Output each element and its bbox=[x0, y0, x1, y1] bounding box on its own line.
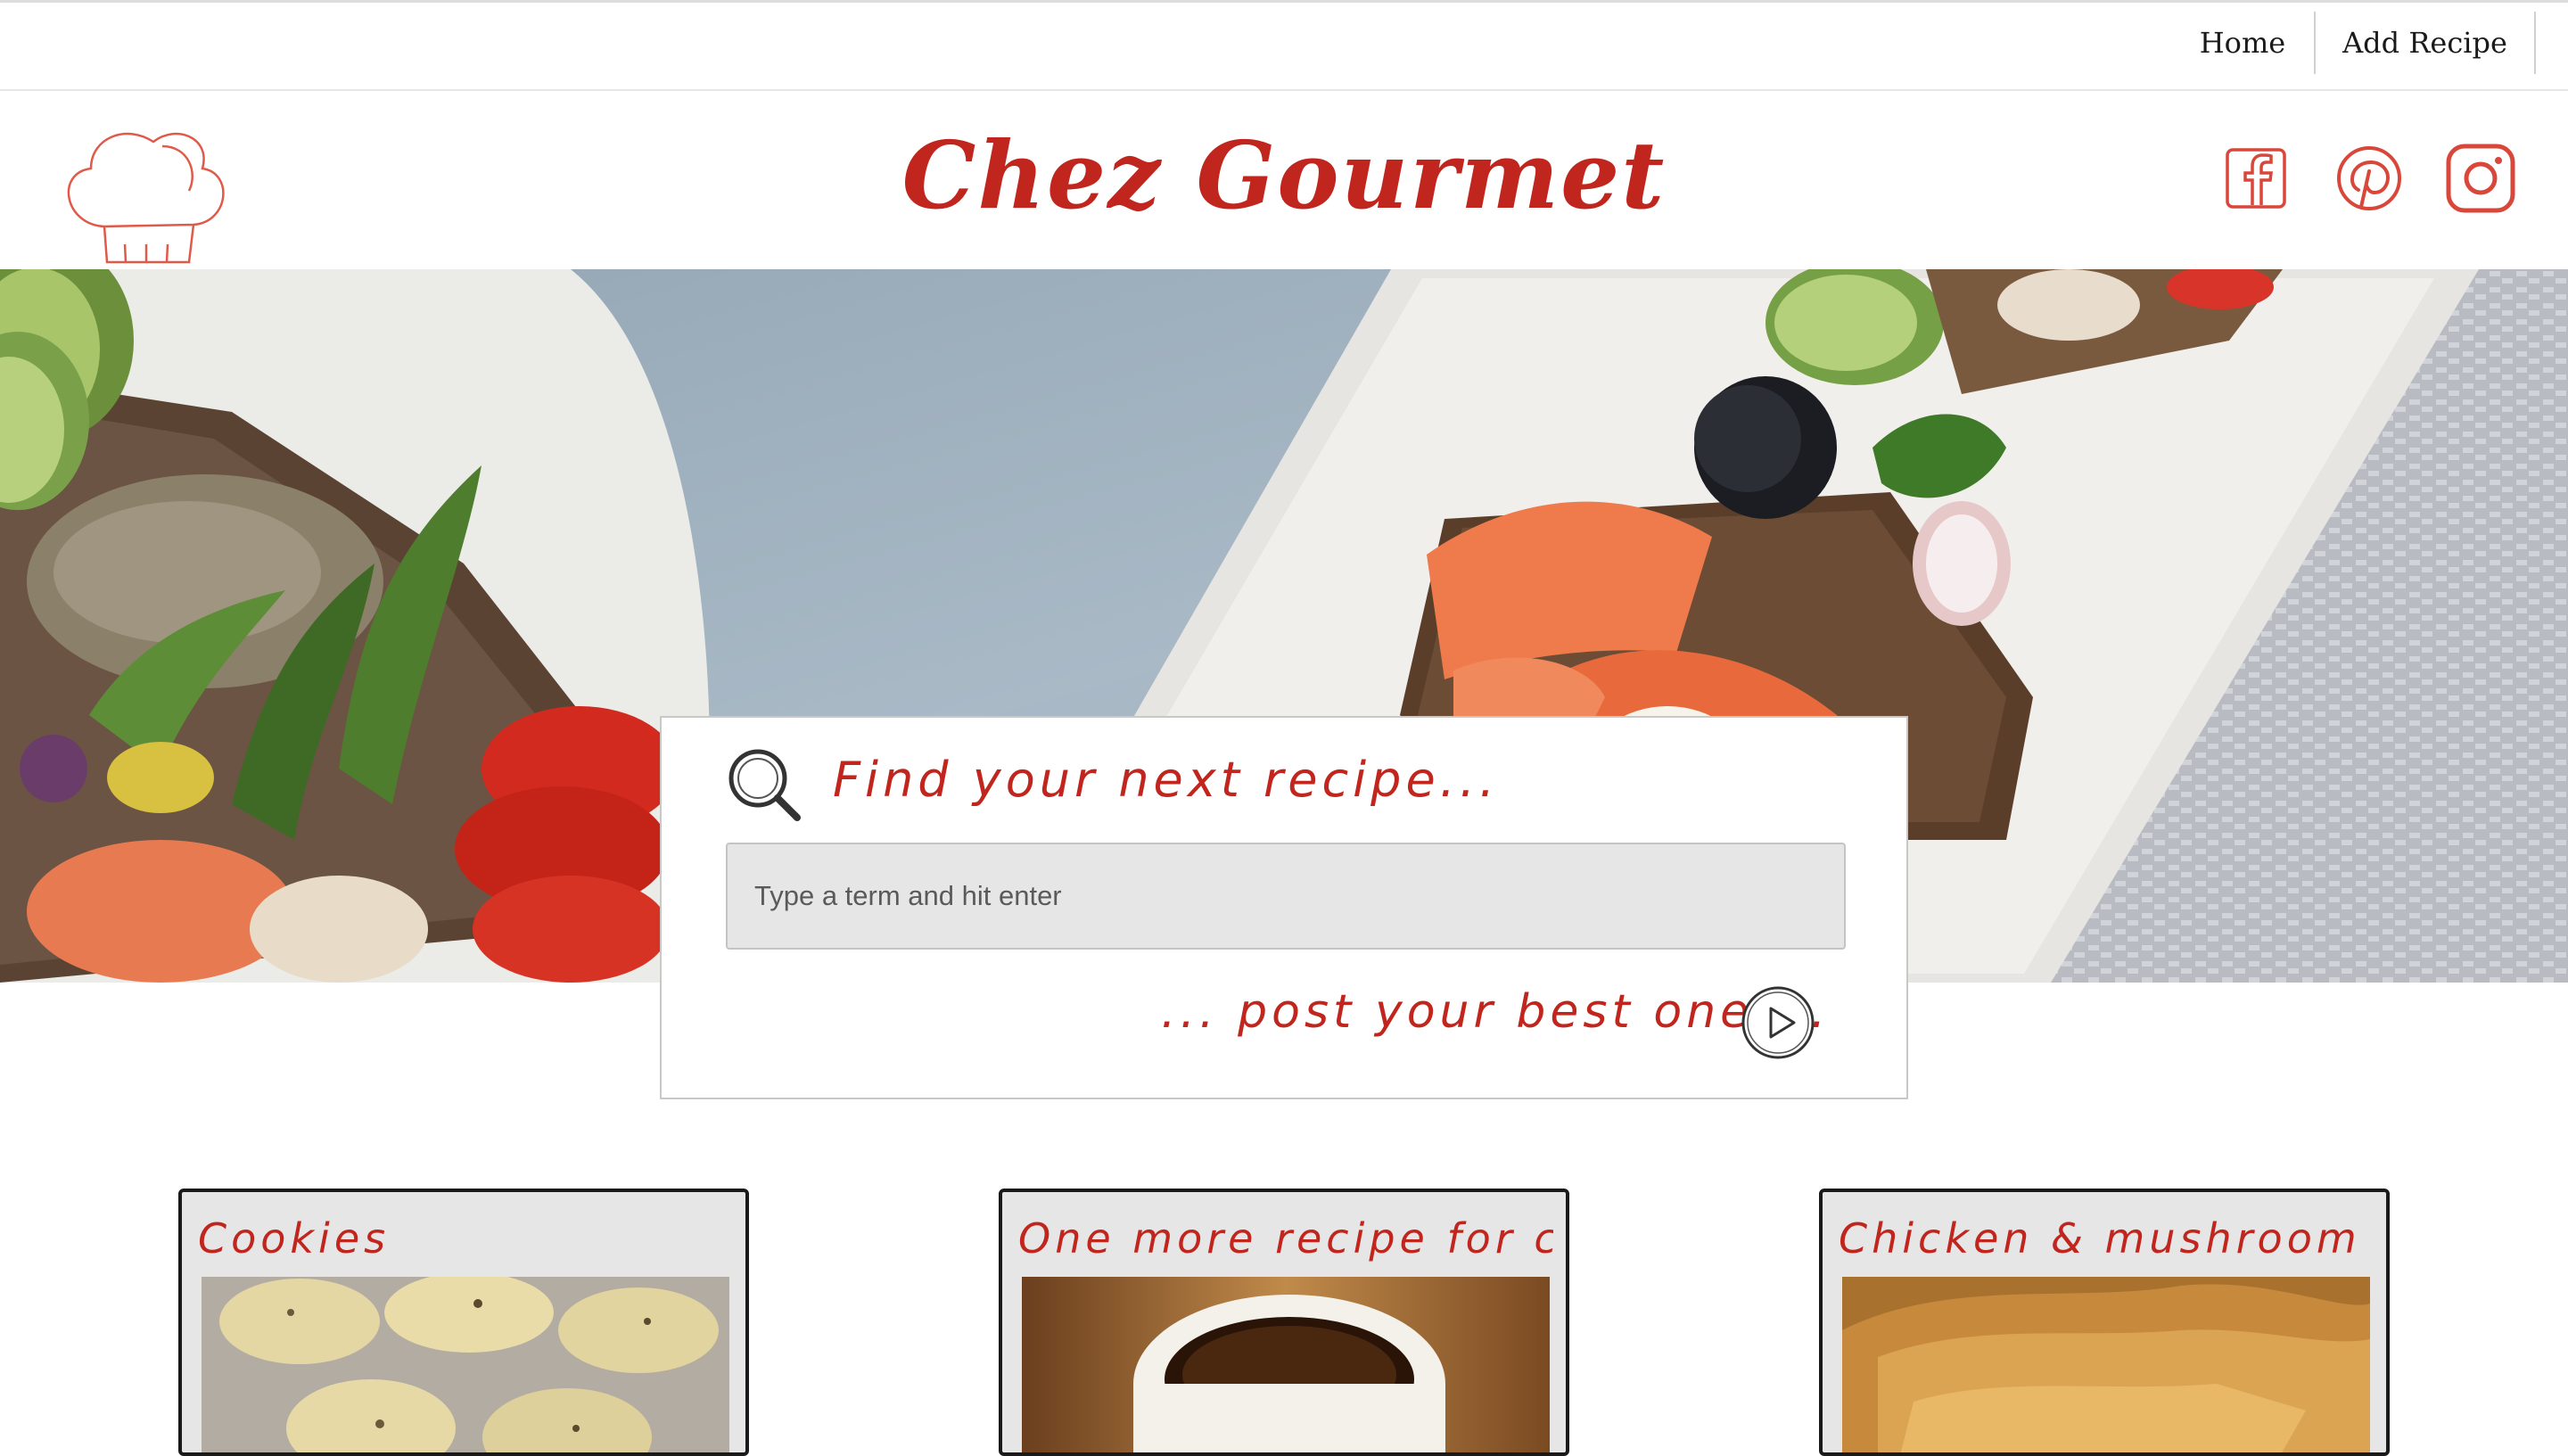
pinterest-icon[interactable] bbox=[2333, 143, 2405, 214]
facebook-icon[interactable] bbox=[2220, 143, 2292, 214]
find-recipe-heading: Find your next recipe... bbox=[833, 752, 1500, 808]
chef-hat-logo-icon[interactable] bbox=[55, 119, 234, 266]
recipe-card-image[interactable] bbox=[1022, 1277, 1550, 1456]
recipe-card-title[interactable]: Chicken & mushroom puf... bbox=[1839, 1212, 2374, 1265]
post-recipe-text: ... post your best one ... bbox=[1161, 985, 1831, 1039]
play-icon[interactable] bbox=[1741, 985, 1815, 1060]
site-header: Chez Gourmet bbox=[0, 91, 2568, 269]
recipe-card[interactable]: Chicken & mushroom puf... bbox=[1819, 1189, 2390, 1456]
recipe-card[interactable]: One more recipe for chec... bbox=[999, 1189, 1569, 1456]
recipe-card-image[interactable] bbox=[1842, 1277, 2370, 1456]
recipe-card-image[interactable] bbox=[202, 1277, 729, 1456]
instagram-icon[interactable] bbox=[2445, 143, 2516, 214]
nav-home-link[interactable]: Home bbox=[2176, 12, 2309, 74]
recipe-card[interactable]: Cookies bbox=[178, 1189, 749, 1456]
site-title[interactable]: Chez Gourmet bbox=[892, 118, 1676, 234]
search-icon bbox=[728, 749, 801, 821]
nav-add-recipe-link[interactable]: Add Recipe bbox=[2314, 12, 2536, 74]
search-input[interactable] bbox=[726, 843, 1846, 950]
recipe-card-title[interactable]: Cookies bbox=[198, 1212, 733, 1265]
recipe-card-title[interactable]: One more recipe for chec... bbox=[1018, 1212, 1553, 1265]
search-card: Find your next recipe... ... post your b… bbox=[660, 716, 1908, 1099]
top-nav: Home Add Recipe bbox=[0, 0, 2568, 91]
